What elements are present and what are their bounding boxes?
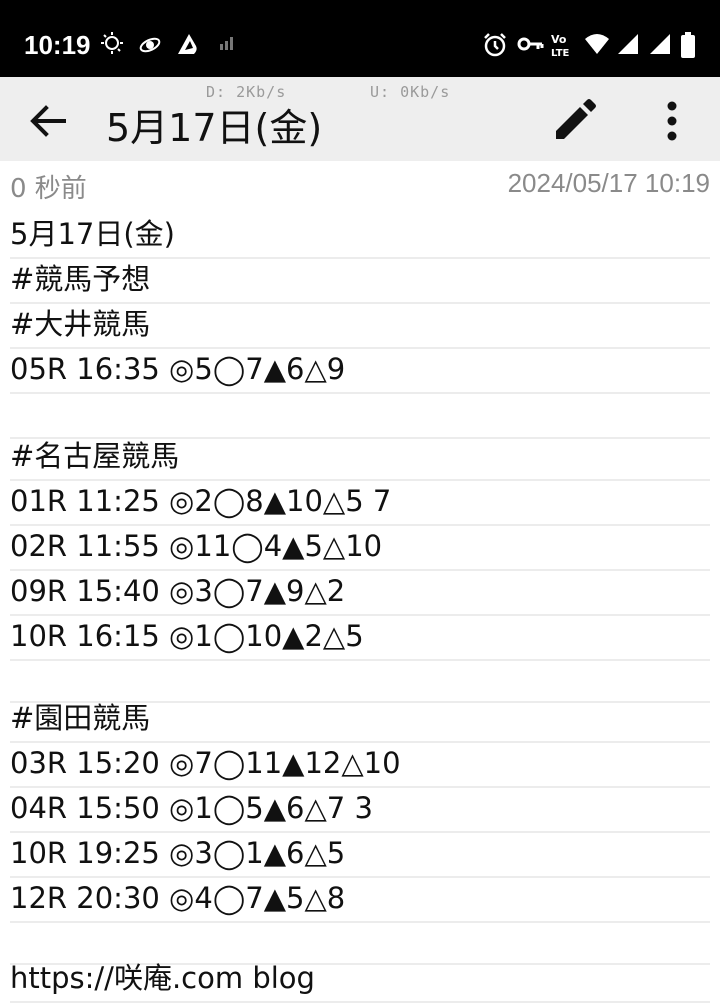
back-button[interactable] [26,99,70,143]
satellite-icon [139,37,161,53]
pencil-icon [556,99,596,139]
note-line: 09R 15:40 ◎3◯7▲9△2 [10,569,710,616]
signal-weak-icon [220,37,233,50]
cell-signal-icon [618,34,638,54]
note-line: #大井競馬 [10,302,710,349]
svg-text:LTE: LTE [551,48,570,58]
more-vert-icon [667,101,677,141]
more-options-button[interactable] [654,97,690,145]
note-line: 05R 16:35 ◎5◯7▲6△9 [10,347,710,394]
note-line: 12R 20:30 ◎4◯7▲5△8 [10,876,710,923]
note-line: https://咲庵.com blog [10,956,710,1003]
app-notification-icon [178,34,197,54]
note-line: 04R 15:50 ◎1◯5▲6△7 3 [10,786,710,833]
note-line: 5月17日(金) [10,212,710,259]
edit-button[interactable] [550,97,598,145]
svg-text:Vo: Vo [551,33,567,46]
arrow-back-icon [30,105,66,137]
note-line: 10R 16:15 ◎1◯10▲2△5 [10,614,710,661]
note-line: #名古屋競馬 [10,434,710,481]
note-line: #競馬予想 [10,257,710,304]
note-timestamp: 2024/05/17 10:19 [507,168,710,198]
app-bar: D: 2Kb/s U: 0Kb/s 5月17日(金) [0,77,720,161]
note-line: 10R 19:25 ◎3◯1▲6△5 [10,831,710,878]
cell-signal-icon [650,34,670,54]
page-title: 5月17日(金) [106,106,323,150]
status-bar: 10:19 Vo LTE [0,0,720,77]
brightness-auto-icon [101,32,123,54]
note-line: 03R 15:20 ◎7◯11▲12△10 [10,741,710,788]
wifi-icon [585,34,609,54]
upload-speed: U: 0Kb/s [370,83,451,101]
vpn-key-icon [517,37,544,51]
relative-time: 0 秒前 [10,174,87,204]
note-line [10,392,710,439]
note-line: #園田競馬 [10,696,710,743]
alarm-icon [484,33,506,57]
note-line: 02R 11:55 ◎11◯4▲5△10 [10,524,710,571]
note-line: 01R 11:25 ◎2◯8▲10△5 7 [10,479,710,526]
status-time: 10:19 [24,30,91,60]
battery-icon [681,32,695,58]
volte-icon: Vo LTE [551,33,570,58]
